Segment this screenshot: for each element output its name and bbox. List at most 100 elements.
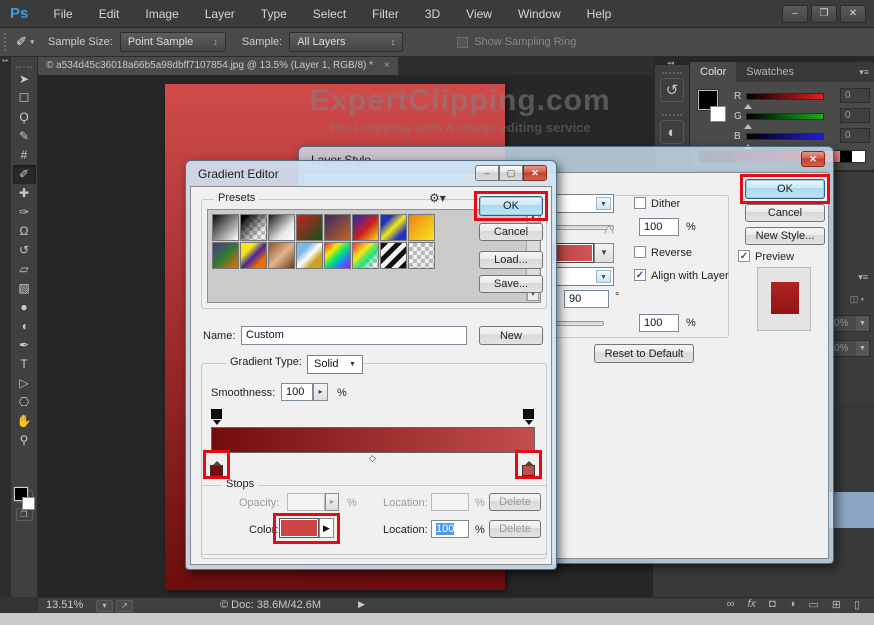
preset-copper[interactable] bbox=[268, 242, 295, 269]
midpoint-diamond-icon[interactable]: ◇ bbox=[369, 453, 376, 464]
preview-status-icon[interactable]: ▾ bbox=[96, 600, 113, 612]
strip-gripper[interactable] bbox=[662, 68, 682, 74]
preset-yellow-violet-orange[interactable] bbox=[240, 242, 267, 269]
black-swatch[interactable] bbox=[840, 151, 852, 162]
status-arrow-icon[interactable]: ▶ bbox=[358, 599, 365, 610]
zoom-tool[interactable]: ⚲ bbox=[13, 431, 36, 450]
clone-stamp-tool[interactable]: Ω bbox=[13, 222, 36, 241]
new-style-button[interactable]: New Style... bbox=[745, 227, 825, 245]
close-dialog-button[interactable]: ✕ bbox=[801, 151, 825, 167]
gradient-tool[interactable]: ▧ bbox=[13, 279, 36, 298]
new-button[interactable]: New bbox=[479, 326, 543, 345]
layer-style-cancel-button[interactable]: Cancel bbox=[745, 204, 825, 222]
smoothness-flyout-arrow[interactable]: ▸ bbox=[313, 383, 328, 401]
panel-menu-icon[interactable]: ▾≡ bbox=[858, 272, 868, 283]
channel-value-field[interactable]: 0 bbox=[840, 108, 870, 123]
maximize-dialog-button[interactable]: ▢ bbox=[499, 165, 523, 181]
history-brush-tool[interactable]: ↺ bbox=[13, 241, 36, 260]
gradient-editor-cancel-button[interactable]: Cancel bbox=[479, 223, 543, 241]
channel-slider-thumb[interactable] bbox=[744, 100, 752, 109]
preset-transparent-rainbow[interactable] bbox=[352, 242, 379, 269]
show-sampling-ring-checkbox[interactable] bbox=[457, 37, 468, 48]
preset-orange-yellow[interactable] bbox=[408, 214, 435, 241]
location-field[interactable]: 100 bbox=[431, 520, 469, 538]
align-with-layer-checkbox[interactable]: ✓ bbox=[634, 269, 646, 281]
opacity-slider-thumb[interactable] bbox=[604, 221, 614, 234]
close-dialog-button[interactable]: ✕ bbox=[523, 165, 547, 181]
zoom-level-field[interactable]: 13.51% bbox=[46, 599, 83, 611]
opacity-value-field[interactable]: 100 bbox=[639, 218, 679, 236]
color-stop-right[interactable] bbox=[522, 465, 535, 476]
minimize-window-button[interactable]: – bbox=[782, 5, 808, 23]
menu-view[interactable]: View bbox=[453, 0, 505, 28]
opacity-stop-right[interactable] bbox=[523, 409, 534, 419]
link-layers-icon[interactable]: ∞ bbox=[727, 598, 735, 611]
reset-to-default-button[interactable]: Reset to Default bbox=[594, 344, 694, 363]
menu-file[interactable]: File bbox=[40, 0, 85, 28]
name-field[interactable]: Custom bbox=[241, 326, 467, 345]
menu-window[interactable]: Window bbox=[505, 0, 574, 28]
adjustment-layer-icon[interactable]: ◑ bbox=[789, 598, 796, 611]
smoothness-field[interactable]: 100 bbox=[281, 383, 313, 401]
channel-slider[interactable] bbox=[746, 93, 824, 100]
preset-black-white-2[interactable] bbox=[268, 214, 295, 241]
delete-layer-icon[interactable]: ▯ bbox=[854, 598, 860, 611]
quick-selection-tool[interactable]: ✎ bbox=[13, 127, 36, 146]
foreground-background-colors[interactable] bbox=[14, 487, 36, 513]
move-tool[interactable]: ➤ bbox=[13, 70, 36, 89]
marquee-tool[interactable]: ☐ bbox=[13, 89, 36, 108]
sample-size-select[interactable]: Point Sample ↕ bbox=[120, 32, 226, 52]
preset-violet-green-orange[interactable] bbox=[212, 242, 239, 269]
shape-tool[interactable]: ⎔ bbox=[13, 393, 36, 412]
menu-help[interactable]: Help bbox=[574, 0, 625, 28]
share-status-icon[interactable]: ↗ bbox=[116, 600, 133, 612]
panel-menu-icon[interactable]: ▾≡ bbox=[859, 62, 874, 82]
menu-edit[interactable]: Edit bbox=[86, 0, 133, 28]
layer-effects-icon[interactable]: fx bbox=[747, 598, 756, 611]
color-stop-left[interactable] bbox=[210, 465, 223, 476]
blur-tool[interactable]: ● bbox=[13, 298, 36, 317]
color-picker-arrow[interactable]: ▶ bbox=[319, 518, 334, 538]
minimize-dialog-button[interactable]: – bbox=[475, 165, 499, 181]
preset-blue-yellow-blue[interactable] bbox=[380, 214, 407, 241]
path-selection-tool[interactable]: ▷ bbox=[13, 374, 36, 393]
reverse-checkbox[interactable] bbox=[634, 246, 646, 258]
preset-transparent[interactable] bbox=[408, 242, 435, 269]
tools-collapse-strip[interactable]: ▸▸ bbox=[0, 57, 11, 613]
preset-chrome-gold[interactable] bbox=[296, 242, 323, 269]
background-color-swatch[interactable] bbox=[710, 106, 726, 122]
load-button[interactable]: Load... bbox=[479, 251, 543, 269]
history-panel-icon[interactable]: ↺ bbox=[660, 78, 684, 102]
preset-red-green[interactable] bbox=[296, 214, 323, 241]
preset-violet-orange[interactable] bbox=[324, 214, 351, 241]
options-bar-gripper[interactable] bbox=[4, 33, 8, 51]
preset-blue-red-yellow[interactable] bbox=[352, 214, 379, 241]
adjustments-panel-icon[interactable]: ◐ bbox=[660, 120, 684, 144]
layer-style-ok-button[interactable]: OK bbox=[745, 179, 825, 199]
gradient-editor-ok-button[interactable]: OK bbox=[479, 196, 543, 216]
close-tab-icon[interactable]: × bbox=[384, 60, 390, 71]
preset-diagonal-stripes[interactable] bbox=[380, 242, 407, 269]
angle-value-field[interactable]: 90 bbox=[564, 290, 609, 308]
gradient-type-select[interactable]: Solid▼ bbox=[307, 355, 363, 374]
healing-brush-tool[interactable]: ✚ bbox=[13, 184, 36, 203]
dither-checkbox[interactable] bbox=[634, 197, 646, 209]
lasso-tool[interactable]: Ϙ bbox=[13, 108, 36, 127]
lock-icons[interactable]: ◫ ▪ bbox=[850, 294, 864, 305]
opacity-field[interactable]: 0%▼ bbox=[828, 315, 870, 332]
gradient-picker-arrow[interactable]: ▼ bbox=[594, 243, 614, 263]
tab-swatches[interactable]: Swatches bbox=[736, 62, 804, 82]
preview-checkbox[interactable]: ✓ bbox=[738, 250, 750, 262]
gradient-bar[interactable] bbox=[211, 427, 535, 453]
sample-select[interactable]: All Layers ↕ bbox=[289, 32, 403, 52]
crop-tool[interactable]: # bbox=[13, 146, 36, 165]
close-window-button[interactable]: ✕ bbox=[840, 5, 866, 23]
channel-slider[interactable] bbox=[746, 113, 824, 120]
restore-window-button[interactable]: ❐ bbox=[811, 5, 837, 23]
tools-gripper[interactable] bbox=[16, 60, 32, 68]
menu-3d[interactable]: 3D bbox=[412, 0, 453, 28]
color-swatch-field[interactable] bbox=[279, 518, 319, 538]
menu-image[interactable]: Image bbox=[132, 0, 191, 28]
dodge-tool[interactable]: ◖ bbox=[13, 317, 36, 336]
opacity-stop-left[interactable] bbox=[211, 409, 222, 419]
